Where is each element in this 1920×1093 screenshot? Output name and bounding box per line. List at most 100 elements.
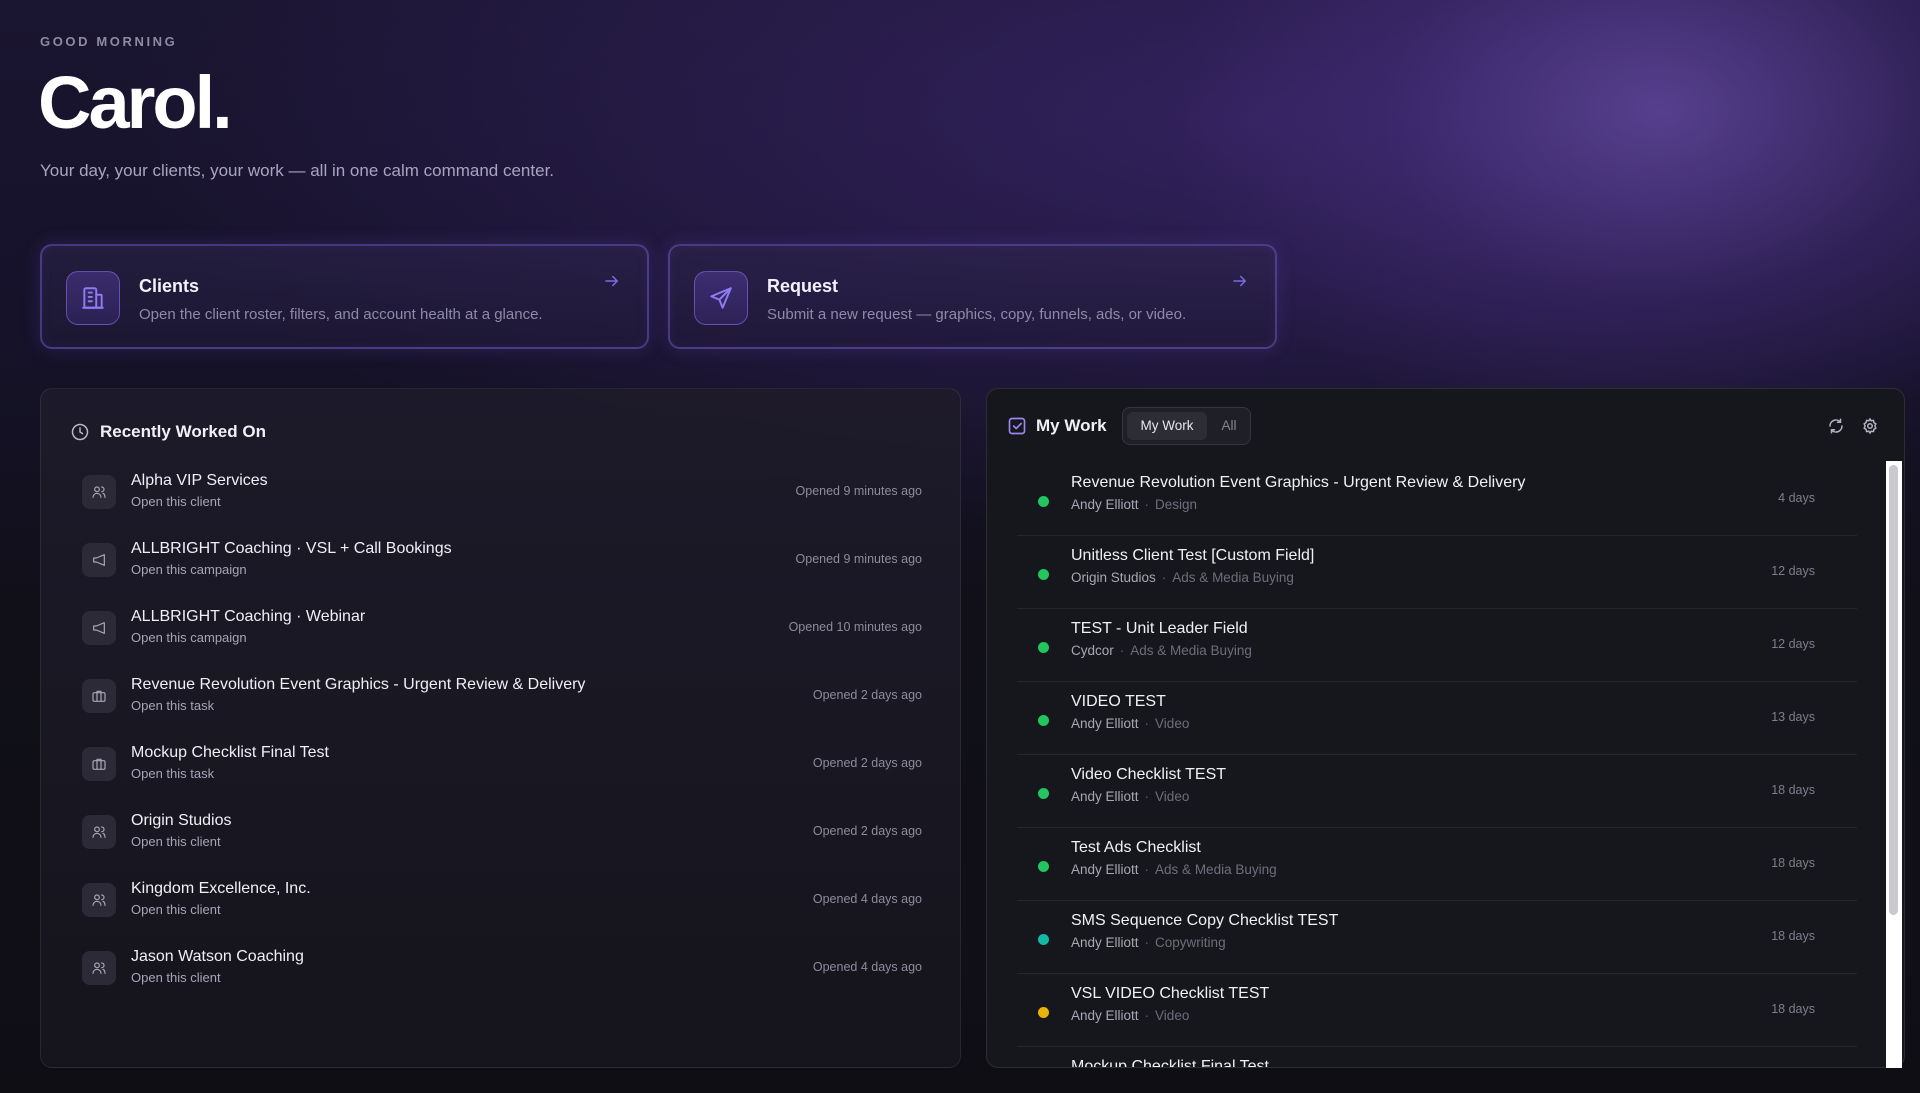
work-item[interactable]: Video Checklist TEST Andy Elliott · Video … xyxy=(1017,755,1857,828)
scrollbar-thumb[interactable] xyxy=(1889,465,1898,915)
refresh-icon[interactable] xyxy=(1826,416,1846,436)
arrow-right-icon xyxy=(1231,272,1249,295)
page-subtitle: Your day, your clients, your work — all … xyxy=(40,161,555,180)
clients-card[interactable]: Clients Open the client roster, filters,… xyxy=(40,244,649,349)
work-item-title: Video Checklist TEST xyxy=(1071,766,1227,783)
work-item[interactable]: VSL VIDEO Checklist TEST Andy Elliott · Vi… xyxy=(1017,974,1857,1047)
recent-item-subtitle: Open this client xyxy=(131,494,221,509)
work-item-meta: Andy Elliott · Video xyxy=(1071,1008,1190,1023)
work-item-title: Revenue Revolution Event Graphics - Urge… xyxy=(1071,474,1526,491)
recent-item-title: ALLBRIGHT Coaching · VSL + Call Bookings xyxy=(131,540,452,557)
work-item-title: Unitless Client Test [Custom Field] xyxy=(1071,547,1315,564)
recent-item-subtitle: Open this task xyxy=(131,766,215,781)
work-item-age: 12 days xyxy=(1771,564,1815,578)
work-item-age: 4 days xyxy=(1778,491,1815,505)
recent-item-title: Alpha VIP Services xyxy=(131,472,268,489)
page: GOOD MORNING Carol. Your day, your clien… xyxy=(0,0,1920,1093)
recent-item[interactable]: Jason Watson Coaching Open this client O… xyxy=(82,945,922,1013)
recent-item[interactable]: Alpha VIP Services Open this client Open… xyxy=(82,469,922,537)
recent-item-time: Opened 9 minutes ago xyxy=(795,484,922,498)
work-item-age: 13 days xyxy=(1771,710,1815,724)
recent-item-title: ALLBRIGHT Coaching · Webinar xyxy=(131,608,366,625)
recent-item[interactable]: ALLBRIGHT Coaching · VSL + Call Bookings… xyxy=(82,537,922,605)
status-dot xyxy=(1038,569,1049,580)
recent-item[interactable]: Mockup Checklist Final Test Open this ta… xyxy=(82,741,922,809)
send-icon xyxy=(694,271,748,325)
work-item-title: VSL VIDEO Checklist TEST xyxy=(1071,985,1270,1002)
status-dot xyxy=(1038,496,1049,507)
recent-item-title: Jason Watson Coaching xyxy=(131,948,304,965)
status-dot xyxy=(1038,715,1049,726)
recent-item-subtitle: Open this client xyxy=(131,834,221,849)
request-card-description: Submit a new request — graphics, copy, f… xyxy=(767,306,1187,323)
work-item[interactable]: SMS Sequence Copy Checklist TEST Andy El… xyxy=(1017,901,1857,974)
request-card[interactable]: Request Submit a new request — graphics,… xyxy=(668,244,1277,349)
work-item[interactable]: Revenue Revolution Event Graphics - Urge… xyxy=(1017,463,1857,536)
work-item[interactable]: TEST - Unit Leader Field Cydcor · Ads & Me… xyxy=(1017,609,1857,682)
clock-icon xyxy=(70,422,90,447)
recent-item[interactable]: Kingdom Excellence, Inc. Open this clien… xyxy=(82,877,922,945)
recent-item-title: Origin Studios xyxy=(131,812,232,829)
work-item-title: Mockup Checklist Final Test xyxy=(1071,1058,1269,1067)
recent-item-title: Kingdom Excellence, Inc. xyxy=(131,880,311,897)
request-card-title: Request xyxy=(767,276,839,296)
filter-my-work-option[interactable]: My Work xyxy=(1127,412,1207,440)
recent-item-time: Opened 4 days ago xyxy=(812,960,922,974)
recent-item-title: Mockup Checklist Final Test xyxy=(131,744,329,761)
recent-item-time: Opened 10 minutes ago xyxy=(788,620,922,634)
work-item[interactable]: Test Ads Checklist Andy Elliott · Ads & Me… xyxy=(1017,828,1857,901)
recent-item-title: Revenue Revolution Event Graphics - Urge… xyxy=(131,676,586,693)
megaphone-icon xyxy=(82,611,116,645)
my-work-title: My Work xyxy=(1036,416,1107,435)
recent-item-subtitle: Open this campaign xyxy=(131,562,247,577)
users-icon xyxy=(82,475,116,509)
users-icon xyxy=(82,951,116,985)
work-item[interactable]: VIDEO TEST Andy Elliott · Video 13 days xyxy=(1017,682,1857,755)
building-icon xyxy=(66,271,120,325)
recent-item[interactable]: Revenue Revolution Event Graphics - Urge… xyxy=(82,673,922,741)
work-item[interactable]: Unitless Client Test [Custom Field] Orig… xyxy=(1017,536,1857,609)
clients-card-title: Clients xyxy=(139,276,200,296)
work-item-title: TEST - Unit Leader Field xyxy=(1071,620,1248,637)
my-work-panel: My Work My Work All Revenue Revolution E… xyxy=(986,388,1905,1068)
work-item-age: 18 days xyxy=(1771,929,1815,943)
clients-card-description: Open the client roster, filters, and acc… xyxy=(139,306,543,323)
recent-item-subtitle: Open this task xyxy=(131,698,215,713)
briefcase-icon xyxy=(82,747,116,781)
work-item-age: 18 days xyxy=(1771,1002,1815,1016)
work-item[interactable]: Mockup Checklist Final Test xyxy=(1017,1047,1857,1067)
users-icon xyxy=(82,883,116,917)
recent-item[interactable]: Origin Studios Open this client Opened 2… xyxy=(82,809,922,877)
status-dot xyxy=(1038,788,1049,799)
recent-item-time: Opened 2 days ago xyxy=(812,824,922,838)
work-item-age: 12 days xyxy=(1771,637,1815,651)
work-item-meta: Andy Elliott · Video xyxy=(1071,716,1190,731)
recently-worked-on-title: Recently Worked On xyxy=(100,422,266,441)
arrow-right-icon xyxy=(603,272,621,295)
filter-all-option[interactable]: All xyxy=(1209,412,1249,440)
status-dot xyxy=(1038,642,1049,653)
work-item-age: 18 days xyxy=(1771,783,1815,797)
greeting-label: GOOD MORNING xyxy=(40,34,178,49)
work-item-meta: Cydcor · Ads & Media Buying xyxy=(1071,643,1252,658)
users-icon xyxy=(82,815,116,849)
work-item-meta: Andy Elliott · Video xyxy=(1071,789,1190,804)
work-item-meta: Andy Elliott · Design xyxy=(1071,497,1198,512)
my-work-list[interactable]: Revenue Revolution Event Graphics - Urge… xyxy=(1017,463,1873,1067)
user-name-heading: Carol. xyxy=(38,61,233,144)
recent-item-time: Opened 2 days ago xyxy=(812,756,922,770)
work-item-title: VIDEO TEST xyxy=(1071,693,1166,710)
recent-item-subtitle: Open this client xyxy=(131,902,221,917)
recent-item-time: Opened 2 days ago xyxy=(812,688,922,702)
work-item-title: Test Ads Checklist xyxy=(1071,839,1201,856)
briefcase-icon xyxy=(82,679,116,713)
work-item-age: 18 days xyxy=(1771,856,1815,870)
recent-item[interactable]: ALLBRIGHT Coaching · Webinar Open this c… xyxy=(82,605,922,673)
scrollbar[interactable] xyxy=(1886,461,1902,1068)
work-item-meta: Andy Elliott · Ads & Media Buying xyxy=(1071,862,1277,877)
recent-item-subtitle: Open this campaign xyxy=(131,630,247,645)
work-item-title: SMS Sequence Copy Checklist TEST xyxy=(1071,912,1339,929)
recently-worked-on-panel: Recently Worked On Alpha VIP Services Op… xyxy=(40,388,961,1068)
recent-item-subtitle: Open this client xyxy=(131,970,221,985)
gear-icon[interactable] xyxy=(1860,416,1880,436)
